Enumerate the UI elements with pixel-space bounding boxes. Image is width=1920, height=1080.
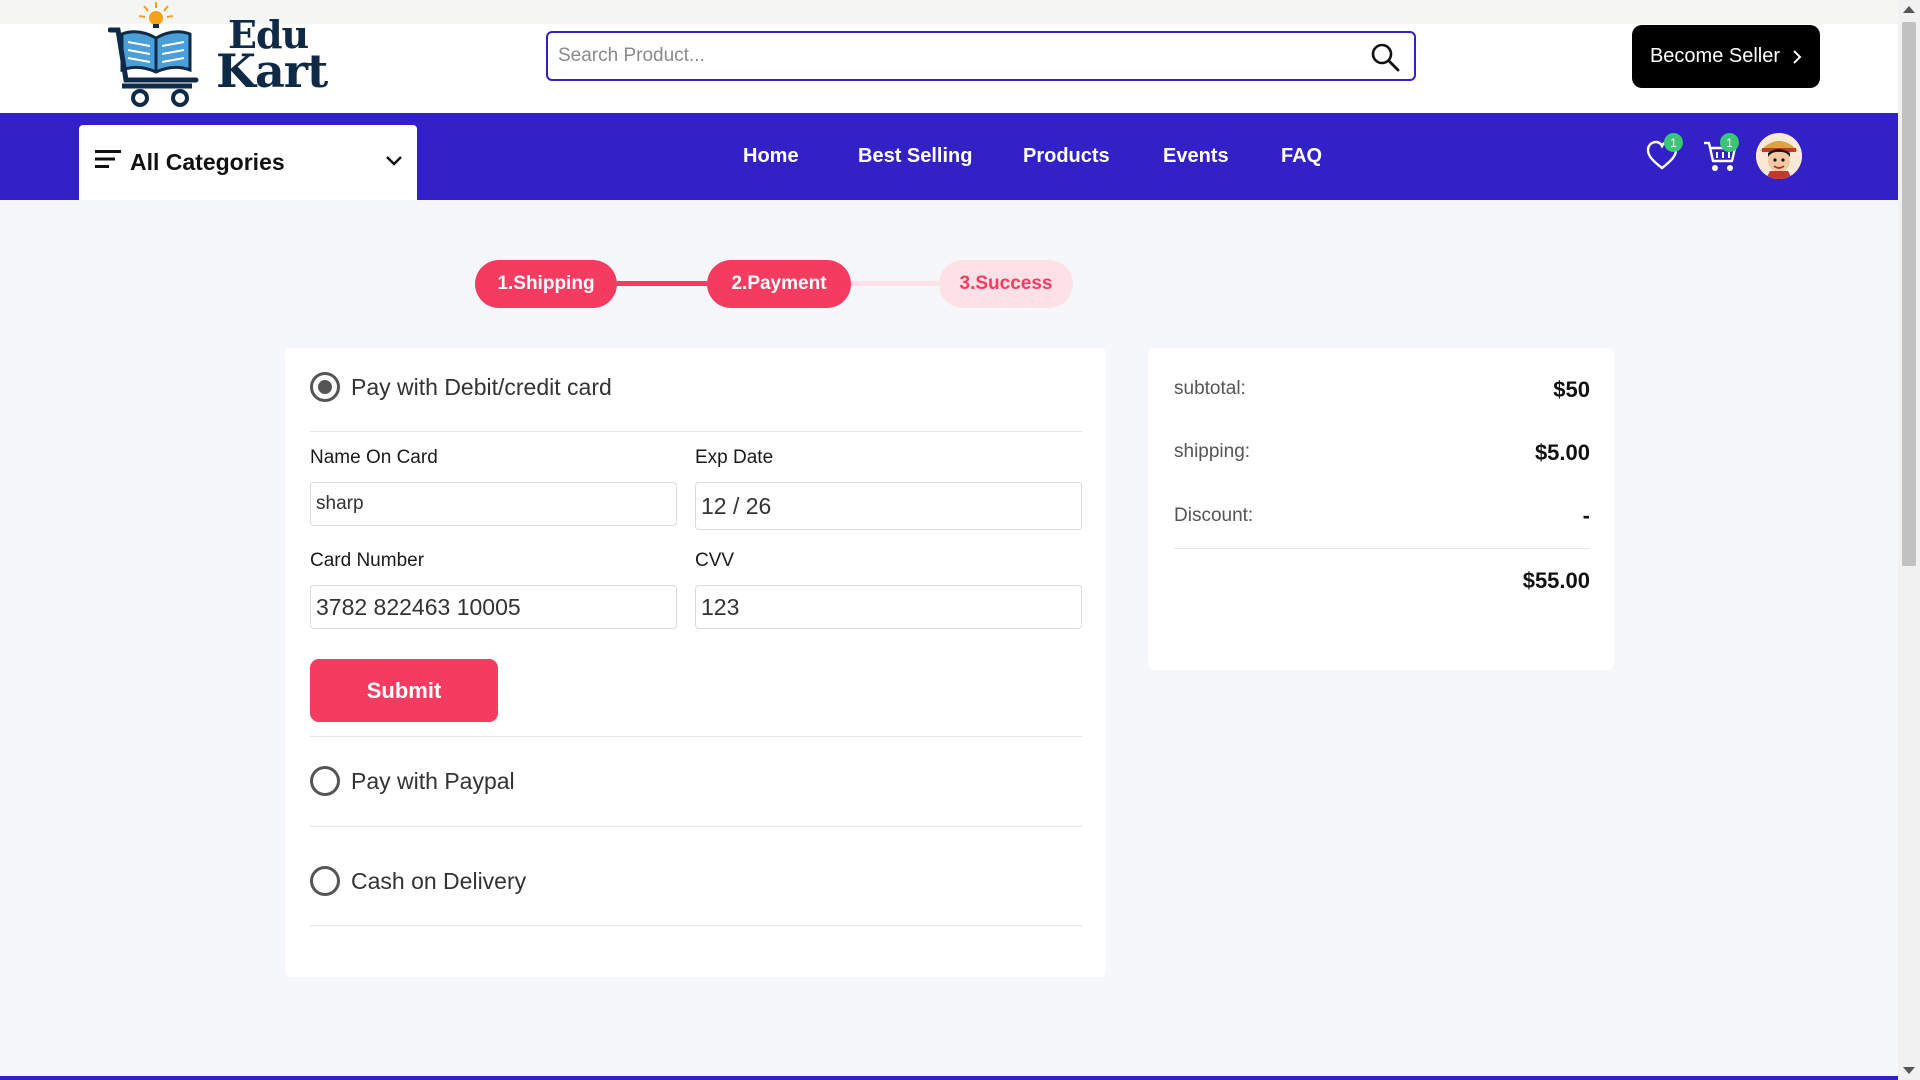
radio-selected-dot — [318, 380, 332, 394]
step-success-label: 3.Success — [959, 273, 1053, 294]
discount-label: Discount: — [1174, 505, 1254, 526]
scroll-down-arrow-icon[interactable] — [1903, 1067, 1915, 1074]
scroll-thumb[interactable] — [1902, 22, 1916, 566]
paypal-radio[interactable] — [310, 766, 340, 796]
cart-button[interactable]: 1 — [1702, 133, 1739, 173]
exp-date-input[interactable] — [695, 482, 1082, 530]
cvv-input[interactable] — [695, 585, 1082, 629]
scroll-up-arrow-icon[interactable] — [1903, 6, 1915, 13]
all-categories-dropdown[interactable]: All Categories — [79, 125, 417, 200]
summary-divider — [1174, 548, 1590, 549]
search-box — [546, 31, 1416, 81]
divider — [310, 736, 1082, 737]
submit-payment-button[interactable]: Submit — [310, 659, 498, 722]
avatar-image — [1756, 133, 1802, 179]
nav-link-products[interactable]: Products — [1023, 145, 1110, 168]
total-value: $55.00 — [1522, 568, 1590, 593]
chevron-down-icon — [386, 156, 402, 166]
all-categories-label: All Categories — [130, 149, 285, 175]
logo-cart-icon — [108, 2, 199, 107]
nav-link-best-selling[interactable]: Best Selling — [858, 145, 972, 168]
user-avatar[interactable] — [1756, 133, 1802, 179]
exp-date-label: Exp Date — [695, 447, 774, 468]
chevron-right-icon — [1793, 49, 1802, 64]
shipping-value: $5.00 — [1534, 440, 1590, 465]
site-logo[interactable]: Edu Kart — [108, 0, 328, 108]
become-seller-button[interactable]: Become Seller — [1632, 25, 1820, 88]
become-seller-label: Become Seller — [1649, 45, 1781, 67]
step-shipping-label: 1.Shipping — [497, 273, 595, 294]
subtotal-label: subtotal: — [1174, 378, 1246, 399]
name-on-card-input[interactable] — [310, 482, 677, 526]
shipping-label: shipping: — [1174, 441, 1251, 462]
divider — [310, 826, 1082, 827]
nav-link-home[interactable]: Home — [743, 145, 799, 168]
cash-on-delivery-label: Cash on Delivery — [351, 868, 527, 894]
card-number-input[interactable] — [310, 585, 677, 629]
step-payment-label: 2.Payment — [731, 273, 827, 294]
wishlist-count-badge: 1 — [1664, 133, 1683, 152]
discount-value: - — [1582, 503, 1590, 528]
step-connector-2 — [851, 281, 939, 286]
nav-link-faq[interactable]: FAQ — [1281, 145, 1322, 168]
step-payment: 2.Payment — [707, 260, 851, 308]
page-bottom-border — [0, 1076, 1898, 1080]
subtotal-value: $50 — [1553, 377, 1590, 402]
main-nav: All Categories Home Best Selling Product… — [0, 113, 1898, 200]
paypal-label: Pay with Paypal — [351, 768, 515, 794]
logo-text-kart: Kart — [216, 44, 328, 98]
menu-icon — [95, 150, 121, 168]
cart-count-badge: 1 — [1720, 133, 1739, 152]
search-icon[interactable] — [1370, 42, 1400, 72]
vertical-scrollbar[interactable] — [1898, 0, 1920, 1080]
step-success: 3.Success — [939, 260, 1073, 308]
card-payment-radio[interactable] — [310, 372, 340, 402]
top-header: Edu Kart Become Seller — [0, 0, 1898, 113]
search-input[interactable] — [558, 33, 1358, 79]
cvv-label: CVV — [695, 550, 735, 571]
step-shipping: 1.Shipping — [475, 260, 617, 308]
card-payment-label: Pay with Debit/credit card — [351, 374, 612, 400]
divider — [310, 431, 1082, 432]
nav-link-events[interactable]: Events — [1163, 145, 1229, 168]
divider — [310, 925, 1082, 926]
name-on-card-label: Name On Card — [310, 447, 438, 468]
cash-on-delivery-radio[interactable] — [310, 866, 340, 896]
card-number-label: Card Number — [310, 550, 425, 571]
wishlist-button[interactable]: 1 — [1645, 133, 1683, 173]
payment-methods-card: Pay with Debit/credit card Name On Card … — [285, 348, 1106, 977]
order-summary-card: subtotal: $50 shipping: $5.00 Discount: … — [1148, 348, 1614, 670]
step-connector-1 — [617, 281, 707, 286]
